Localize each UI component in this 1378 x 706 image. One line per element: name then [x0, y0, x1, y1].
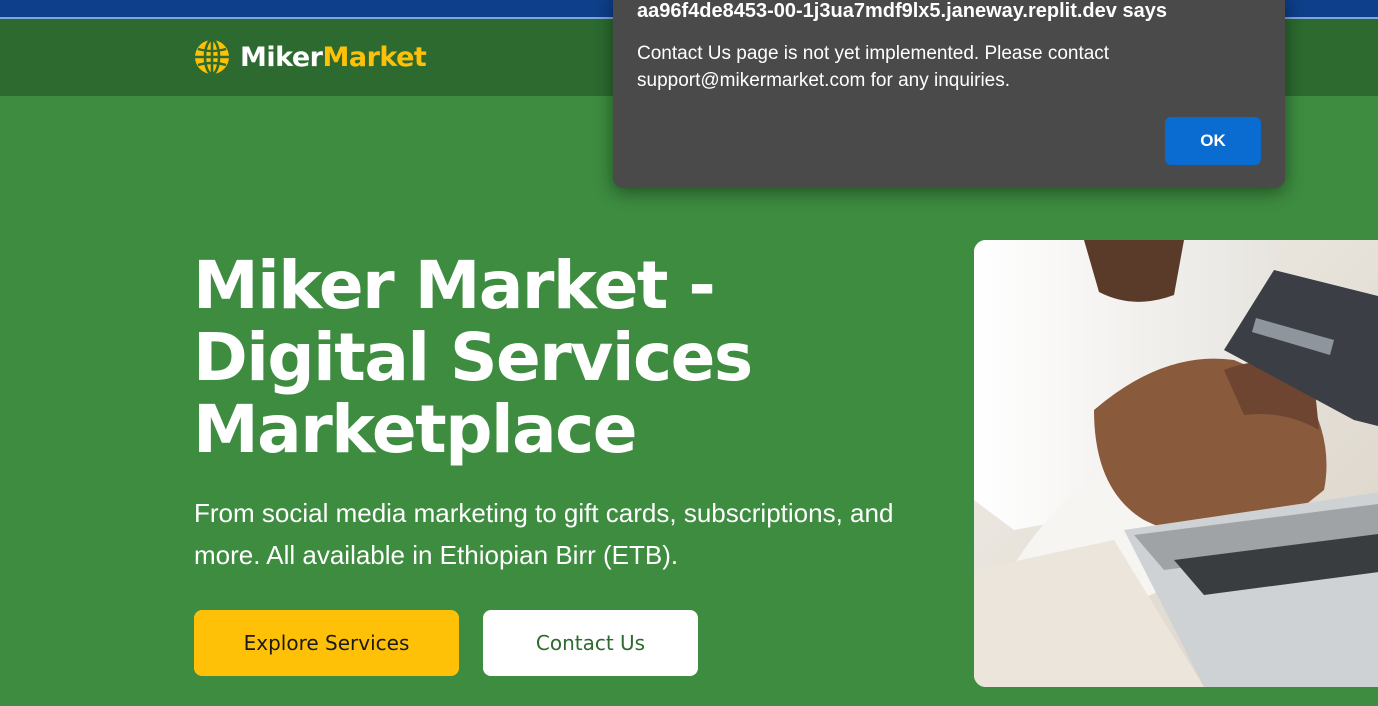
hero-title: Miker Market - Digital Services Marketpl…	[193, 250, 913, 466]
alert-message: Contact Us page is not yet implemented. …	[637, 43, 1110, 91]
hero-title-line: Digital Services	[193, 319, 753, 396]
logo-text: MikerMarket	[240, 41, 427, 73]
logo-text-miker: Miker	[240, 41, 323, 73]
contact-us-button[interactable]: Contact Us	[483, 610, 698, 676]
explore-services-button[interactable]: Explore Services	[194, 610, 459, 676]
hero-subtitle: From social media marketing to gift card…	[194, 498, 894, 570]
credit-card-photo	[974, 240, 1378, 687]
alert-title: aa96f4de8453-00-1j3ua7mdf9lx5.janeway.re…	[637, 0, 1167, 22]
site-logo[interactable]: MikerMarket	[194, 39, 427, 75]
logo-text-market: Market	[322, 41, 427, 73]
hero-title-line: Marketplace	[193, 391, 638, 468]
ok-button[interactable]: OK	[1165, 117, 1261, 165]
alert-dialog: aa96f4de8453-00-1j3ua7mdf9lx5.janeway.re…	[613, 0, 1285, 188]
globe-icon	[195, 39, 229, 75]
hero-image	[974, 240, 1378, 687]
hero-title-line: Miker Market -	[193, 247, 716, 324]
